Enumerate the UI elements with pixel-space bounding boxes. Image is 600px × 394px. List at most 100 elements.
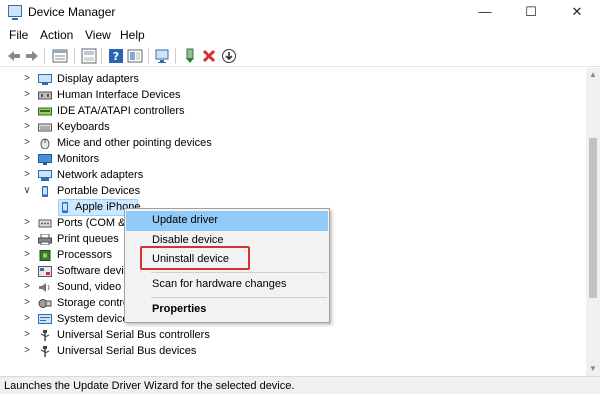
tree-item-label: Print queues: [57, 233, 119, 245]
menu-item-properties[interactable]: Properties: [126, 300, 328, 320]
tree-item-display-adapters[interactable]: > Display adapters: [0, 72, 400, 88]
chevron-right-icon[interactable]: >: [22, 281, 32, 293]
menu-file[interactable]: File: [9, 28, 28, 42]
tree-item-label: Monitors: [57, 153, 100, 165]
tree-item-portable-devices[interactable]: ∨ Portable Devices: [0, 184, 400, 200]
tree-item-usb-devices[interactable]: > Universal Serial Bus devices: [0, 344, 400, 360]
device-manager-icon: [8, 5, 22, 20]
tree-item-label: Processors: [57, 249, 113, 261]
menu-item-label: Properties: [152, 303, 207, 315]
keyboard-icon: [38, 123, 52, 132]
tree-item-monitors[interactable]: > Monitors: [0, 152, 400, 168]
tree-item-label: System device: [57, 313, 129, 325]
chevron-right-icon[interactable]: >: [22, 313, 32, 325]
svg-text:?: ?: [113, 50, 119, 63]
enable-device-icon[interactable]: [221, 48, 237, 64]
status-bar: Launches the Update Driver Wizard for th…: [0, 376, 600, 394]
tree-item-mice[interactable]: > Mice and other pointing devices: [0, 136, 400, 152]
tree-item-label: Display adapters: [57, 73, 139, 85]
monitor-icon: [38, 154, 52, 165]
chevron-right-icon[interactable]: >: [22, 137, 32, 149]
tree-item-label: Human Interface Devices: [57, 89, 181, 101]
menu-item-label: Update driver: [152, 214, 219, 226]
menu-action[interactable]: Action: [40, 28, 73, 42]
menu-item-label: Disable device: [152, 234, 224, 246]
port-icon: [38, 219, 52, 228]
processor-icon: [39, 250, 51, 261]
chevron-right-icon[interactable]: >: [22, 329, 32, 341]
chevron-right-icon[interactable]: >: [22, 73, 32, 85]
hid-icon: [38, 91, 52, 100]
scan-hardware-icon[interactable]: [155, 48, 171, 64]
chevron-right-icon[interactable]: >: [22, 297, 32, 309]
tree-item-label: Portable Devices: [57, 185, 141, 197]
menu-item-label: Scan for hardware changes: [152, 278, 287, 290]
tree-item-ide-controllers[interactable]: > IDE ATA/ATAPI controllers: [0, 104, 400, 120]
tree-item-label: Sound, video: [57, 281, 122, 293]
portable-device-icon: [42, 186, 48, 197]
chevron-right-icon[interactable]: >: [22, 265, 32, 277]
tree-item-label: Universal Serial Bus devices: [57, 345, 197, 357]
help-icon[interactable]: ?: [108, 48, 124, 64]
chevron-right-icon[interactable]: >: [22, 249, 32, 261]
minimize-button[interactable]: —: [462, 0, 508, 24]
tree-item-label: Mice and other pointing devices: [57, 137, 212, 149]
console-tree-icon[interactable]: [81, 48, 97, 64]
scroll-thumb[interactable]: [589, 138, 597, 298]
properties-view-icon[interactable]: [52, 48, 68, 64]
tree-item-label: Network adapters: [57, 169, 144, 181]
chevron-right-icon[interactable]: >: [22, 217, 32, 229]
tree-item-label: Software devic: [57, 265, 130, 277]
scroll-down-icon[interactable]: ▼: [586, 362, 600, 376]
software-device-icon: [38, 266, 52, 277]
phone-icon: [62, 202, 68, 213]
tree-item-human-interface-devices[interactable]: > Human Interface Devices: [0, 88, 400, 104]
menu-bar: File Action View Help: [0, 25, 600, 45]
printer-icon: [38, 234, 52, 245]
uninstall-icon[interactable]: [201, 48, 217, 64]
tree-item-keyboards[interactable]: > Keyboards: [0, 120, 400, 136]
menu-view[interactable]: View: [85, 28, 111, 42]
close-button[interactable]: ✕: [554, 0, 600, 24]
maximize-button[interactable]: ☐: [508, 0, 554, 24]
storage-icon: [38, 299, 52, 308]
tree-item-label: IDE ATA/ATAPI controllers: [57, 105, 185, 117]
update-driver-icon[interactable]: [182, 48, 198, 64]
menu-item-scan-hardware[interactable]: Scan for hardware changes: [126, 275, 328, 295]
chevron-right-icon[interactable]: >: [22, 233, 32, 245]
network-icon: [38, 170, 52, 181]
chevron-right-icon[interactable]: >: [22, 105, 32, 117]
back-icon[interactable]: [6, 48, 22, 64]
title-bar: Device Manager — ☐ ✕: [0, 0, 600, 24]
chevron-right-icon[interactable]: >: [22, 121, 32, 133]
chevron-right-icon[interactable]: >: [22, 169, 32, 181]
chevron-right-icon[interactable]: >: [22, 153, 32, 165]
tree-item-network-adapters[interactable]: > Network adapters: [0, 168, 400, 184]
tree-item-label: Ports (COM &: [57, 217, 126, 229]
usb-icon: [40, 330, 50, 341]
menu-help[interactable]: Help: [120, 28, 145, 42]
tree-item-label: Keyboards: [57, 121, 110, 133]
sound-icon: [39, 283, 50, 292]
ide-icon: [38, 107, 52, 116]
tree-item-label: Universal Serial Bus controllers: [57, 329, 210, 341]
mouse-icon: [40, 138, 50, 149]
usb-icon: [40, 346, 50, 357]
chevron-right-icon[interactable]: >: [22, 345, 32, 357]
tree-item-label: Storage contro: [57, 297, 130, 309]
show-hide-icon[interactable]: [127, 48, 143, 64]
uninstall-highlight-box: [140, 246, 250, 270]
menu-separator: [151, 297, 327, 298]
menu-separator: [151, 272, 327, 273]
chevron-down-icon[interactable]: ∨: [22, 185, 32, 197]
forward-icon[interactable]: [24, 48, 40, 64]
chevron-right-icon[interactable]: >: [22, 89, 32, 101]
scroll-up-icon[interactable]: ▲: [586, 68, 600, 82]
status-text: Launches the Update Driver Wizard for th…: [4, 380, 295, 392]
menu-item-update-driver[interactable]: Update driver: [126, 211, 328, 231]
tree-item-usb-controllers[interactable]: > Universal Serial Bus controllers: [0, 328, 400, 344]
window-title: Device Manager: [28, 5, 116, 19]
vertical-scrollbar[interactable]: ▲ ▼: [586, 68, 600, 376]
toolbar: ?: [0, 45, 600, 67]
display-adapter-icon: [38, 74, 52, 85]
